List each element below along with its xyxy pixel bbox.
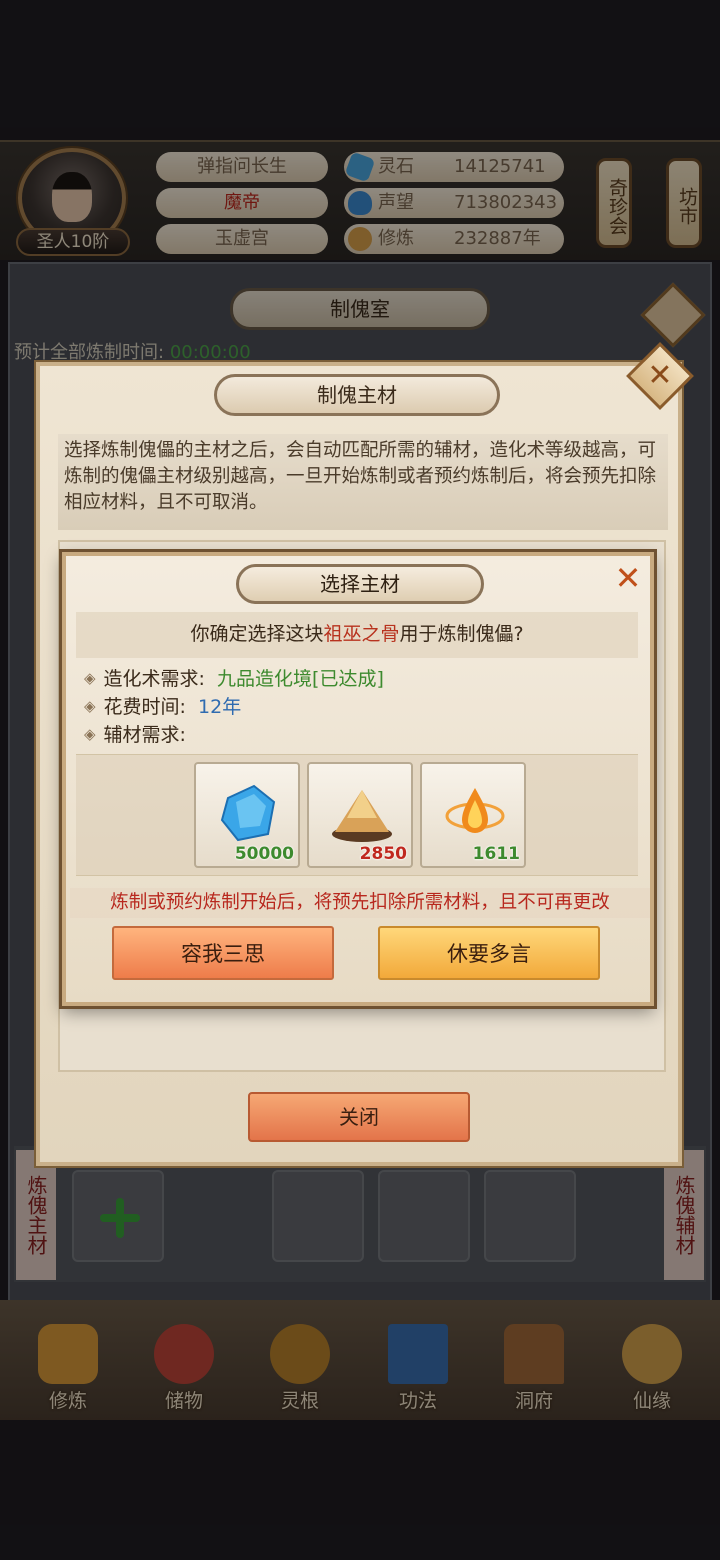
aux-item[interactable]: 1611 <box>420 762 526 868</box>
cancel-button[interactable]: 容我三思 <box>112 926 334 980</box>
close-icon: ✕ <box>647 358 673 393</box>
blue-spirit-stone-icon <box>220 784 276 842</box>
material-name: 祖巫之骨 <box>323 623 400 645</box>
fire-essence-drop-icon <box>445 788 505 833</box>
close-button[interactable]: 关闭 <box>248 1092 470 1142</box>
warning-text: 炼制或预约炼制开始后，将预先扣除所需材料，且不可再更改 <box>70 888 650 918</box>
requirement-time: ◈ 花费时间: 12年 <box>84 696 242 718</box>
requirement-aux: ◈ 辅材需求: <box>84 724 186 746</box>
confirm-button[interactable]: 休要多言 <box>378 926 600 980</box>
aux-item[interactable]: 50000 <box>194 762 300 868</box>
close-icon[interactable]: ✕ <box>610 560 646 596</box>
select-material-dialog-title: 选择主材 <box>236 564 484 604</box>
requirement-skill: ◈ 造化术需求: 九品造化境[已达成] <box>84 668 384 690</box>
confirm-question: 你确定选择这块祖巫之骨用于炼制傀儡? <box>76 612 638 658</box>
golden-sand-pile-icon <box>332 790 392 842</box>
main-material-dialog-title: 制傀主材 <box>214 374 500 416</box>
main-material-description: 选择炼制傀儡的主材之后，会自动匹配所需的辅材，造化术等级越高，可炼制的傀儡主材级… <box>58 434 668 530</box>
aux-item[interactable]: 2850 <box>307 762 413 868</box>
